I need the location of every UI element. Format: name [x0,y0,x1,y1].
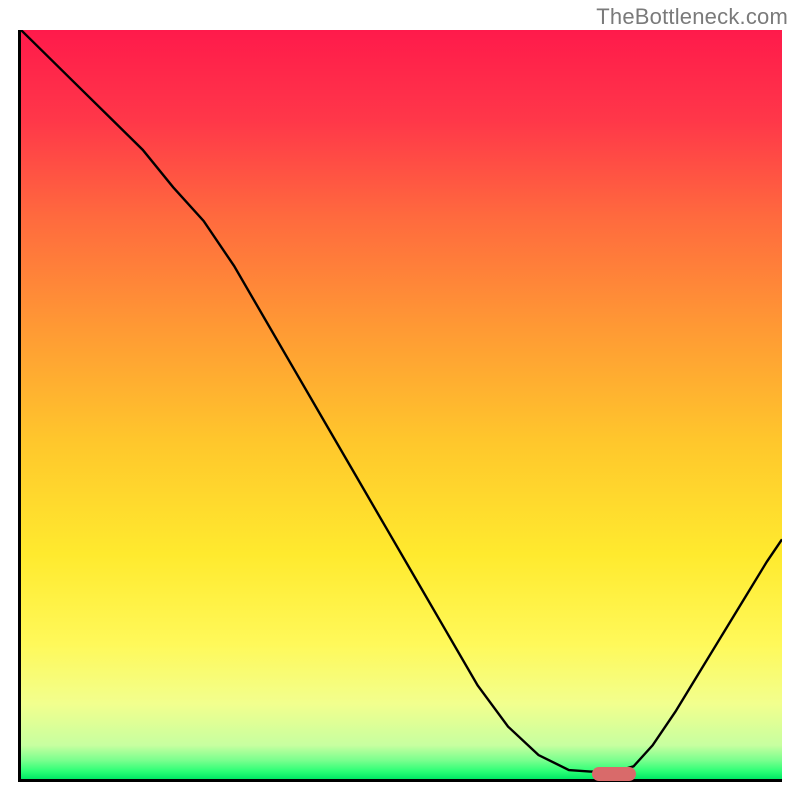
optimal-range-marker [592,767,636,781]
watermark-text: TheBottleneck.com [596,4,788,30]
plot-area [18,30,782,782]
curve-layer [21,30,782,779]
bottleneck-curve-line [21,30,782,772]
